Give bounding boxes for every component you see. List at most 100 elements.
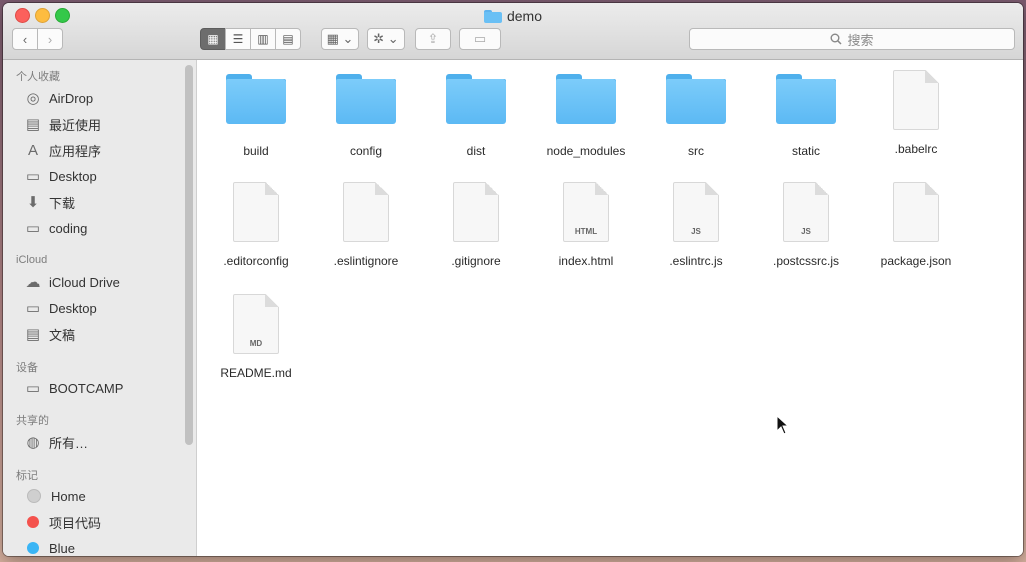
file-name: node_modules (546, 144, 626, 158)
document-icon (343, 182, 389, 242)
file-item[interactable]: build (201, 74, 311, 158)
sidebar-item-label: coding (49, 220, 88, 236)
file-item[interactable]: .babelrc (861, 70, 971, 156)
file-item[interactable]: HTML index.html (531, 182, 641, 268)
chevron-left-icon: ‹ (22, 31, 28, 47)
sidebar-section-icloud: iCloud (16, 254, 48, 266)
file-item[interactable]: .eslintignore (311, 182, 421, 268)
mouse-cursor-icon (776, 415, 790, 435)
document-icon: HTML (563, 182, 609, 242)
sidebar-scrollbar[interactable] (185, 65, 193, 445)
window-title-label: demo (506, 8, 543, 24)
sidebar-item-desktop[interactable]: ▭ Desktop (23, 165, 97, 187)
share-button[interactable]: ⇪ (415, 28, 451, 50)
sidebar-section-devices: 设备 (16, 362, 38, 374)
action-button[interactable]: ✲ ⌄ (367, 28, 405, 50)
folder-icon (776, 74, 836, 124)
document-icon (893, 182, 939, 242)
folder-icon (666, 74, 726, 124)
list-view-icon: ☰ (232, 32, 244, 46)
sidebar-section-shared: 共享的 (16, 415, 49, 427)
sidebar-item-icloud-desktop[interactable]: ▭ Desktop (23, 297, 97, 319)
folder-icon (483, 9, 502, 23)
back-button[interactable]: ‹ (12, 28, 38, 50)
sidebar-item-coding[interactable]: ▭ coding (23, 217, 87, 239)
sidebar-item-bootcamp[interactable]: ▭ BOOTCAMP (23, 377, 124, 399)
folder-icon (446, 74, 506, 124)
file-name: .gitignore (451, 254, 501, 268)
sidebar: 个人收藏 ◎ AirDrop ▤ 最近使用 A 应用程序 ▭ Desktop ⬇… (3, 60, 197, 556)
toolbar: demo ‹ › ▦ ☰ ▥ ▤ ▦ ⌄ ✲ ⌄ ⇪ ▭ 搜索 (3, 3, 1023, 60)
file-name: static (791, 144, 820, 158)
documents-icon: ▤ (25, 326, 41, 343)
folder-icon (556, 74, 616, 124)
tag-button[interactable]: ▭ (459, 28, 501, 50)
file-item[interactable]: MD README.md (201, 294, 311, 380)
file-item[interactable]: JS .postcssrc.js (751, 182, 861, 268)
column-view-icon: ▥ (257, 32, 269, 46)
document-icon (453, 182, 499, 242)
file-name: index.html (558, 254, 614, 268)
window-title: demo (3, 6, 1023, 26)
sidebar-item-all-shared[interactable]: ◍ 所有… (23, 431, 88, 453)
applications-icon: A (27, 141, 38, 159)
desktop-icon: ▭ (25, 300, 41, 317)
gallery-view-button[interactable]: ▤ (275, 28, 301, 50)
sidebar-section-favorites: 个人收藏 (16, 71, 60, 83)
sidebar-item-label: BOOTCAMP (49, 380, 124, 396)
sidebar-item-label: 所有… (49, 435, 89, 451)
sidebar-section-tags: 标记 (16, 470, 38, 482)
file-item[interactable]: src (641, 74, 751, 158)
file-item[interactable]: .editorconfig (201, 182, 311, 268)
downloads-icon: ⬇ (26, 194, 40, 211)
file-item[interactable]: package.json (861, 182, 971, 268)
sidebar-item-label: Desktop (49, 300, 97, 316)
sidebar-tag-project-code[interactable]: 项目代码 (23, 511, 101, 533)
arrange-icon: ▦ ⌄ (326, 31, 354, 46)
airdrop-icon: ◎ (26, 90, 40, 107)
list-view-button[interactable]: ☰ (225, 28, 251, 50)
file-item[interactable]: node_modules (531, 74, 641, 158)
sidebar-item-airdrop[interactable]: ◎ AirDrop (23, 87, 93, 109)
file-name: dist (466, 144, 486, 158)
recents-icon: ▤ (25, 116, 41, 133)
file-item[interactable]: dist (421, 74, 531, 158)
disk-icon: ▭ (25, 380, 41, 397)
icon-view-button[interactable]: ▦ (200, 28, 226, 50)
sidebar-item-label: 项目代码 (49, 515, 102, 531)
sidebar-item-downloads[interactable]: ⬇ 下载 (23, 191, 75, 213)
search-input[interactable]: 搜索 (689, 28, 1015, 50)
network-icon: ◍ (26, 434, 40, 451)
file-item[interactable]: .gitignore (421, 182, 531, 268)
gallery-view-icon: ▤ (282, 32, 294, 46)
sidebar-item-applications[interactable]: A 应用程序 (23, 139, 101, 161)
file-item[interactable]: config (311, 74, 421, 158)
sidebar-item-recents[interactable]: ▤ 最近使用 (23, 113, 101, 135)
file-type-badge: HTML (574, 227, 598, 236)
folder-icon: ▭ (25, 220, 41, 237)
sidebar-item-icloud-drive[interactable]: ☁ iCloud Drive (23, 271, 120, 293)
sidebar-item-label: AirDrop (49, 90, 94, 106)
share-icon: ⇪ (427, 31, 439, 46)
sidebar-tag-blue[interactable]: Blue (23, 537, 75, 556)
sidebar-item-documents[interactable]: ▤ 文稿 (23, 323, 75, 345)
folder-icon (336, 74, 396, 124)
finder-window: demo ‹ › ▦ ☰ ▥ ▤ ▦ ⌄ ✲ ⌄ ⇪ ▭ 搜索 个人收藏 ◎ A… (3, 3, 1023, 556)
arrange-button[interactable]: ▦ ⌄ (321, 28, 359, 50)
sidebar-item-label: Desktop (49, 168, 97, 184)
file-name: package.json (880, 254, 952, 268)
tag-color-dot (27, 542, 39, 554)
column-view-button[interactable]: ▥ (250, 28, 276, 50)
forward-button[interactable]: › (37, 28, 63, 50)
file-type-badge: MD (249, 339, 263, 348)
file-name: .postcssrc.js (772, 254, 839, 268)
sidebar-tag-home[interactable]: Home (23, 485, 86, 507)
file-item[interactable]: static (751, 74, 861, 158)
file-item[interactable]: JS .eslintrc.js (641, 182, 751, 268)
sidebar-item-label: 应用程序 (49, 143, 102, 159)
file-name: src (688, 144, 704, 158)
sidebar-item-label: 文稿 (49, 327, 76, 343)
sidebar-item-label: 最近使用 (49, 117, 102, 133)
document-icon (893, 70, 939, 130)
folder-icon (226, 74, 286, 124)
